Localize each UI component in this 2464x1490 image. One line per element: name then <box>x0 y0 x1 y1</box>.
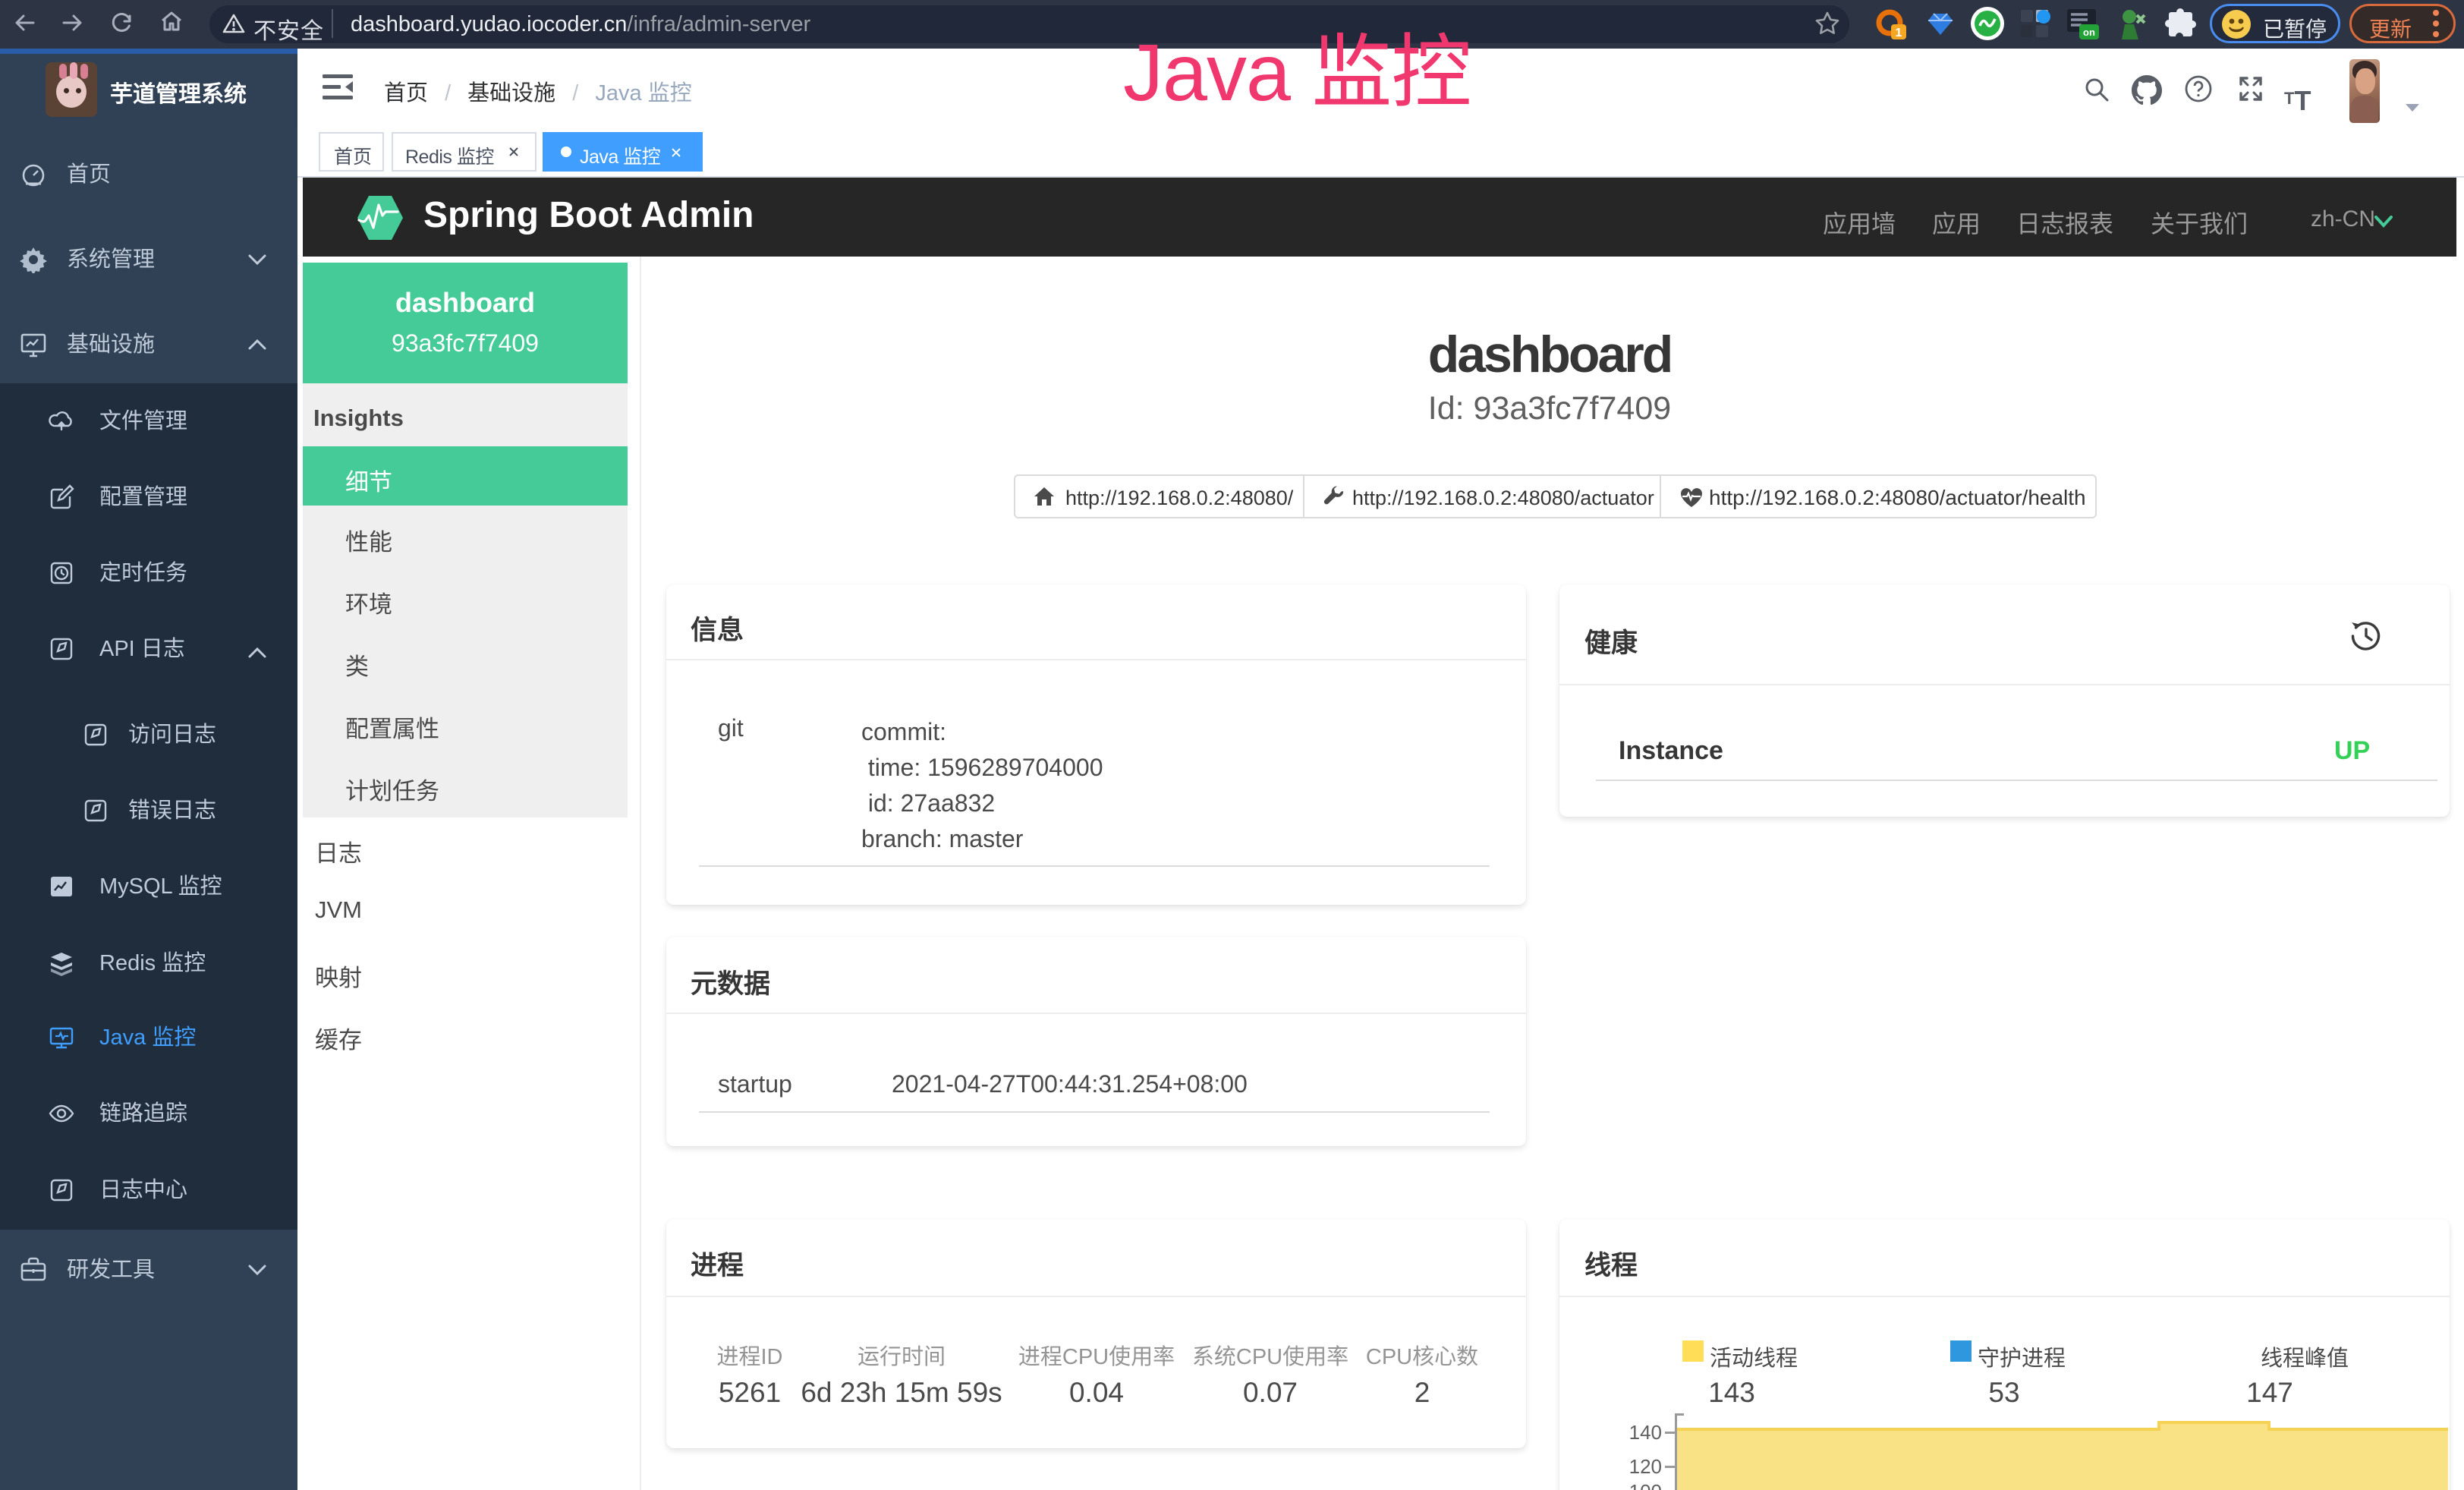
svg-text:1: 1 <box>1896 27 1902 39</box>
svg-text:on: on <box>2083 27 2095 38</box>
